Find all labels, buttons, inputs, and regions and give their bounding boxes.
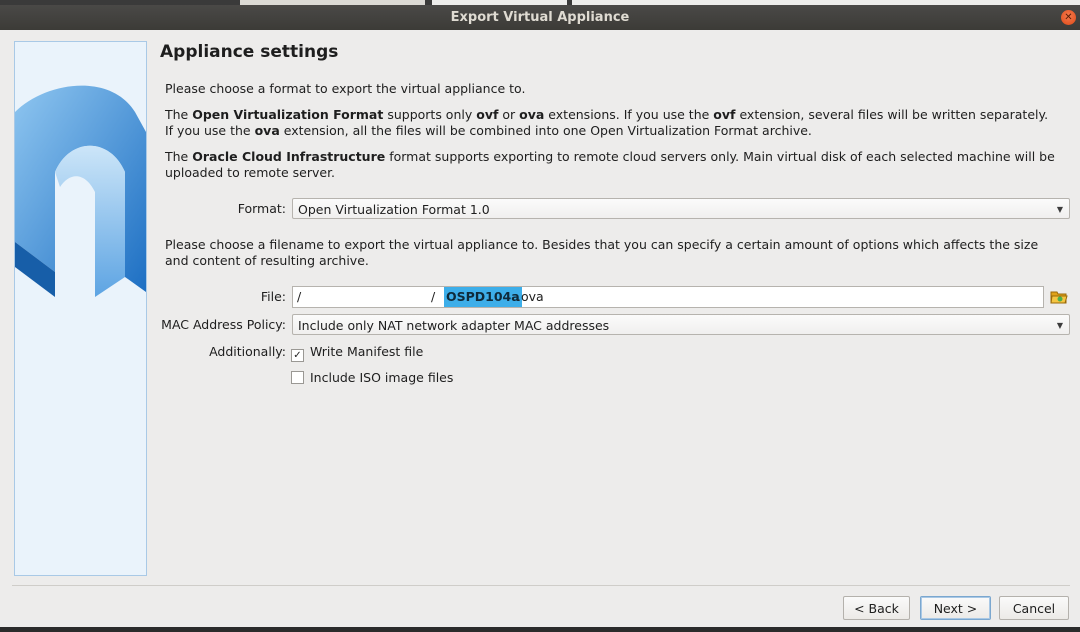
file-name-selection: OSPD104a xyxy=(444,287,522,307)
chevron-down-icon: ▼ xyxy=(1056,321,1063,330)
oci-description: The Oracle Cloud Infrastructure format s… xyxy=(165,149,1060,181)
next-button[interactable]: Next > xyxy=(920,596,991,620)
file-path-slash: / xyxy=(431,289,436,304)
wizard-side-image xyxy=(14,41,147,576)
ovf-bold: ovf xyxy=(476,107,499,122)
ovf-text: The xyxy=(165,107,193,122)
format-value: Open Virtualization Format 1.0 xyxy=(298,202,490,217)
file-extension: .ova xyxy=(517,289,544,304)
ovf-bold: ova xyxy=(519,107,545,122)
ovf-bold: ovf xyxy=(713,107,736,122)
export-dialog: Export Virtual Appliance ✕ Appliance set… xyxy=(0,5,1080,632)
virtualbox-export-icon xyxy=(15,85,146,297)
file-label: File: xyxy=(260,289,286,304)
mac-policy-combobox[interactable]: Include only NAT network adapter MAC add… xyxy=(292,314,1070,335)
oci-bold: Oracle Cloud Infrastructure xyxy=(192,149,386,164)
file-path-slash: / xyxy=(297,289,302,304)
format-intro-text: Please choose a format to export the vir… xyxy=(165,81,526,96)
checkbox-checked-icon: ✓ xyxy=(291,349,304,362)
write-manifest-label: Write Manifest file xyxy=(310,344,424,359)
ovf-text: extensions. If you use the xyxy=(544,107,714,122)
chevron-down-icon: ▼ xyxy=(1056,205,1063,214)
format-combobox[interactable]: Open Virtualization Format 1.0 ▼ xyxy=(292,198,1070,219)
ovf-text: or xyxy=(498,107,520,122)
file-path-field[interactable]: / / OSPD104a .ova xyxy=(292,286,1044,308)
oci-text: The xyxy=(165,149,193,164)
ovf-text: extension, all the files will be combine… xyxy=(279,123,812,138)
folder-open-icon-graphic xyxy=(1050,291,1068,304)
mac-policy-value: Include only NAT network adapter MAC add… xyxy=(298,318,610,333)
cancel-button[interactable]: Cancel xyxy=(999,596,1069,620)
ovf-bold: Open Virtualization Format xyxy=(192,107,384,122)
window-title: Export Virtual Appliance xyxy=(450,10,630,25)
filename-intro-text: Please choose a filename to export the v… xyxy=(165,237,1039,268)
ovf-description: The Open Virtualization Format supports … xyxy=(165,107,1060,139)
title-bar: Export Virtual Appliance ✕ xyxy=(0,5,1080,30)
footer-divider xyxy=(12,585,1070,586)
page-title: Appliance settings xyxy=(160,42,339,62)
wizard-page: Appliance settings Please choose a forma… xyxy=(160,30,1080,590)
ovf-text: supports only xyxy=(383,107,477,122)
checkbox-unchecked-icon xyxy=(291,371,304,384)
additionally-label: Additionally: xyxy=(209,344,286,359)
back-button[interactable]: < Back xyxy=(843,596,910,620)
desktop-bottom xyxy=(0,627,1080,632)
write-manifest-checkbox[interactable]: ✓ Write Manifest file xyxy=(291,344,423,362)
folder-open-icon[interactable] xyxy=(1050,288,1068,306)
format-label: Format: xyxy=(237,201,286,216)
include-iso-label: Include ISO image files xyxy=(310,370,454,385)
close-icon[interactable]: ✕ xyxy=(1061,10,1076,25)
ovf-bold: ova xyxy=(254,123,280,138)
include-iso-checkbox[interactable]: Include ISO image files xyxy=(291,370,453,385)
mac-policy-label: MAC Address Policy: xyxy=(161,317,286,332)
